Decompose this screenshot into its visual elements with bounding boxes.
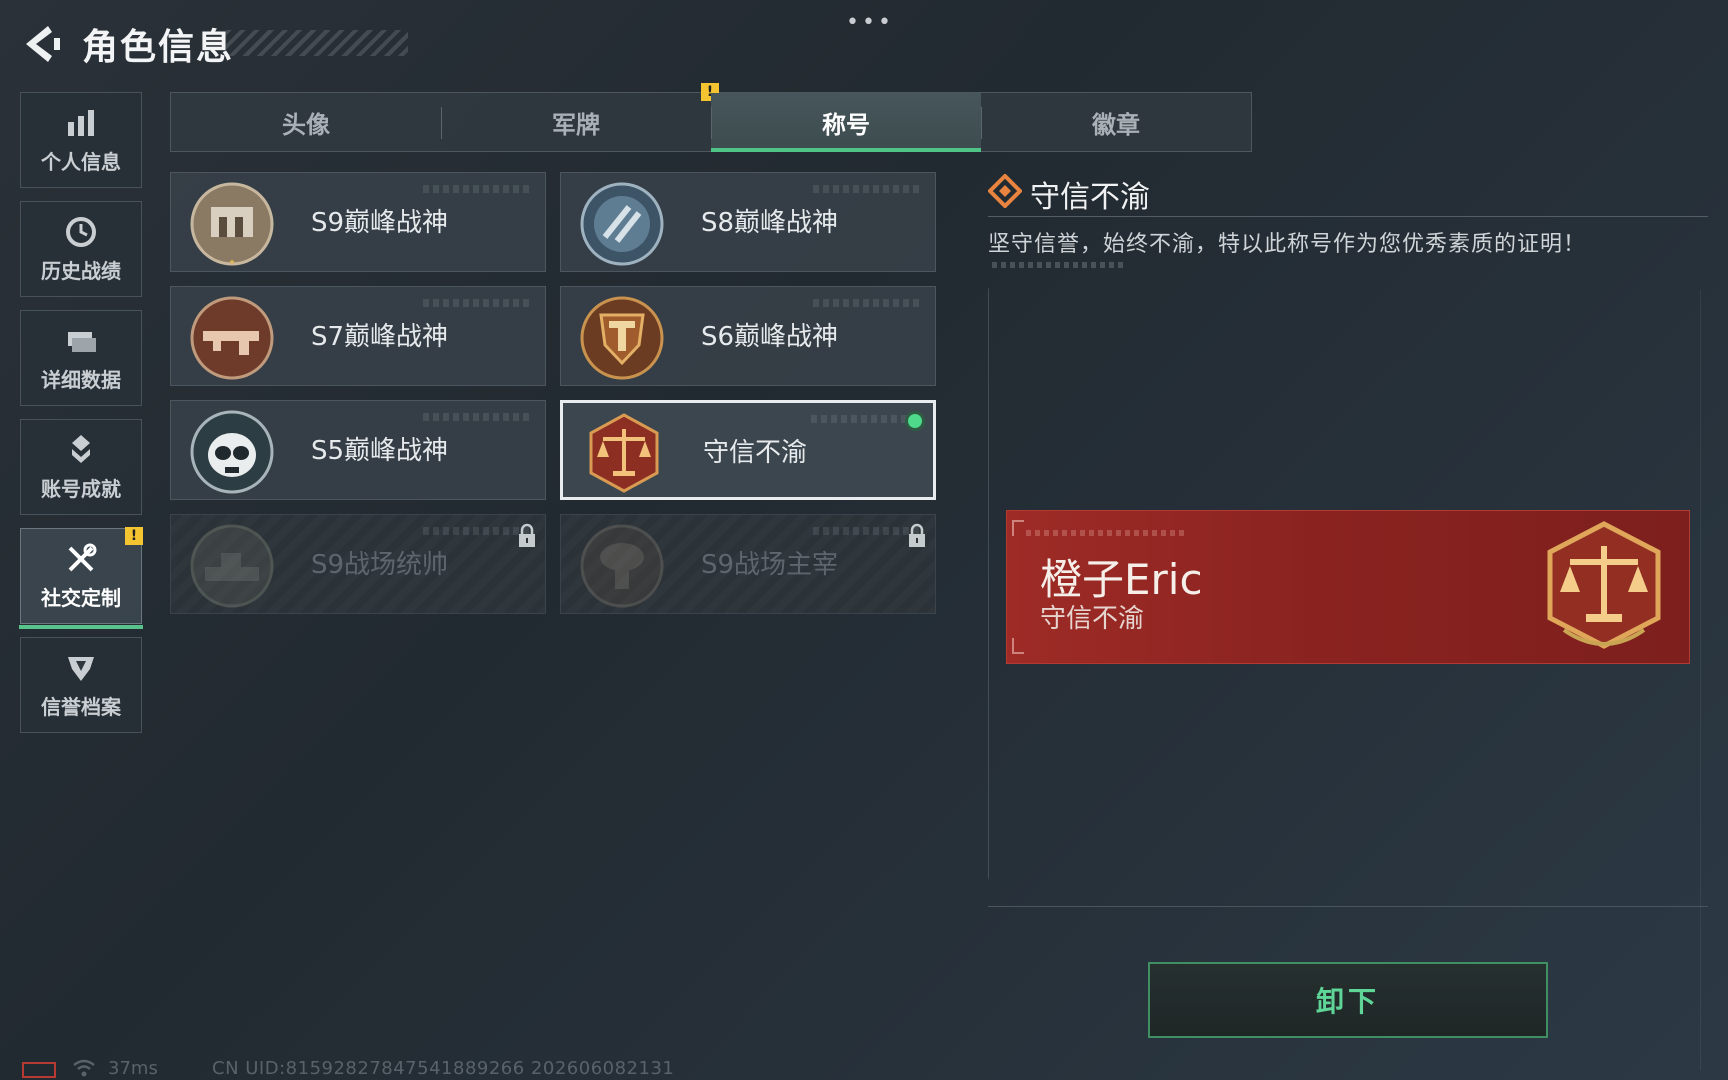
tab-title[interactable]: 称号 bbox=[711, 93, 981, 152]
tools-icon bbox=[68, 543, 97, 571]
sidebar-item-label: 信誉档案 bbox=[41, 694, 121, 719]
player-title: 守信不渝 bbox=[1040, 604, 1145, 634]
title-card-s5-peak[interactable]: S5巅峰战神 bbox=[170, 400, 546, 500]
title-name: S5巅峰战神 bbox=[311, 436, 449, 466]
sidebar-item-credit-record[interactable]: 信誉档案 bbox=[20, 637, 142, 733]
tab-avatar[interactable]: 头像 bbox=[171, 93, 441, 151]
corner-bracket bbox=[1012, 638, 1024, 654]
title-name: S7巅峰战神 bbox=[311, 322, 449, 352]
sidebar-item-social-custom[interactable]: 社交定制 ! bbox=[19, 527, 143, 629]
folder-icon bbox=[68, 331, 96, 352]
scales-emblem-icon bbox=[1547, 521, 1661, 649]
clock-icon bbox=[66, 216, 96, 247]
equipped-indicator bbox=[905, 411, 925, 431]
top-bar: 角色信息 ••• bbox=[0, 0, 1728, 90]
battery-icon bbox=[22, 1062, 56, 1078]
nameplate-preview: 橙子Eric 守信不渝 bbox=[1006, 510, 1690, 664]
sidebar-item-label: 账号成就 bbox=[41, 476, 121, 501]
rifle-emblem-icon bbox=[190, 296, 274, 380]
tab-dogtag[interactable]: 军牌 ! bbox=[441, 83, 719, 151]
title-name: S6巅峰战神 bbox=[701, 322, 839, 352]
title-card-keep-faith[interactable]: 守信不渝 bbox=[560, 400, 936, 500]
shield-icon bbox=[68, 656, 94, 681]
unequip-label: 卸下 bbox=[1315, 985, 1380, 1018]
sidebar-item-personal-info[interactable]: 个人信息 bbox=[20, 92, 142, 188]
corner-bracket bbox=[1012, 520, 1024, 536]
unequip-button[interactable]: 卸下 bbox=[1148, 962, 1548, 1038]
warship-emblem-icon bbox=[190, 524, 274, 608]
wifi-icon bbox=[73, 1059, 95, 1077]
lock-icon bbox=[519, 523, 535, 547]
bg-grid-line bbox=[1700, 290, 1701, 1070]
uid-text: CN UID:815928278475418892​66 20260608213… bbox=[212, 1058, 675, 1079]
tab-label: 军牌 bbox=[552, 110, 600, 139]
title-card-s9-commander[interactable]: S9战场统帅 bbox=[170, 514, 546, 614]
title-card-s8-peak[interactable]: S8巅峰战神 bbox=[560, 172, 936, 272]
fortress-emblem-icon bbox=[190, 182, 274, 266]
more-menu-icon[interactable]: ••• bbox=[846, 10, 894, 35]
category-tabs: 头像 军牌 ! 称号 徽章 bbox=[170, 83, 1252, 152]
tab-label: 称号 bbox=[822, 110, 870, 139]
back-arrow-icon[interactable] bbox=[18, 22, 62, 66]
sidebar-item-label: 个人信息 bbox=[41, 149, 121, 174]
sidebar-item-history[interactable]: 历史战绩 bbox=[20, 201, 142, 297]
ping-text: 37ms bbox=[108, 1058, 158, 1079]
title-name: S8巅峰战神 bbox=[701, 208, 839, 238]
sidebar-item-label: 详细数据 bbox=[41, 367, 121, 392]
tab-label: 头像 bbox=[282, 110, 330, 139]
striped-globe-emblem-icon bbox=[580, 182, 664, 266]
divider bbox=[988, 216, 1708, 217]
title-name: 守信不渝 bbox=[703, 438, 808, 468]
title-card-s9-peak[interactable]: S9巅峰战神 bbox=[170, 172, 546, 272]
sidebar: 个人信息 历史战绩 详细数据 账号成就 社交定制 ! 信誉档案 bbox=[19, 92, 144, 746]
title-card-s9-dominator[interactable]: S9战场主宰 bbox=[560, 514, 936, 614]
sidebar-item-detailed-data[interactable]: 详细数据 bbox=[20, 310, 142, 406]
bar-chart-icon bbox=[68, 109, 94, 136]
lock-icon bbox=[909, 523, 925, 547]
scales-emblem-icon bbox=[589, 413, 659, 493]
sidebar-item-label: 社交定制 bbox=[41, 585, 121, 610]
diamond-title-icon bbox=[988, 174, 1022, 208]
status-bar: 37ms CN UID:815928278475418892​66 202606… bbox=[0, 1054, 1728, 1080]
sidebar-item-label: 历史战绩 bbox=[41, 258, 121, 283]
divider bbox=[988, 906, 1708, 907]
t-shield-emblem-icon bbox=[580, 296, 664, 380]
detail-title: 守信不渝 bbox=[1030, 180, 1150, 215]
title-card-s7-peak[interactable]: S7巅峰战神 bbox=[170, 286, 546, 386]
title-name: S9战场主宰 bbox=[701, 550, 839, 580]
warning-badge: ! bbox=[125, 527, 143, 545]
tab-badge[interactable]: 徽章 bbox=[981, 93, 1251, 151]
tab-label: 徽章 bbox=[1092, 110, 1140, 139]
detail-decoration bbox=[992, 262, 1126, 268]
explosion-emblem-icon bbox=[580, 524, 664, 608]
sidebar-item-achievements[interactable]: 账号成就 bbox=[20, 419, 142, 515]
title-name: S9巅峰战神 bbox=[311, 208, 449, 238]
detail-description: 坚守信誉，始终不渝，特以此称号作为您优秀素质的证明！ bbox=[988, 232, 1587, 257]
title-decoration bbox=[226, 30, 408, 56]
page-title: 角色信息 bbox=[82, 27, 235, 68]
title-card-s6-peak[interactable]: S6巅峰战神 bbox=[560, 286, 936, 386]
title-name: S9战场统帅 bbox=[311, 550, 449, 580]
skull-mask-emblem-icon bbox=[190, 410, 274, 494]
medal-icon bbox=[72, 434, 90, 463]
